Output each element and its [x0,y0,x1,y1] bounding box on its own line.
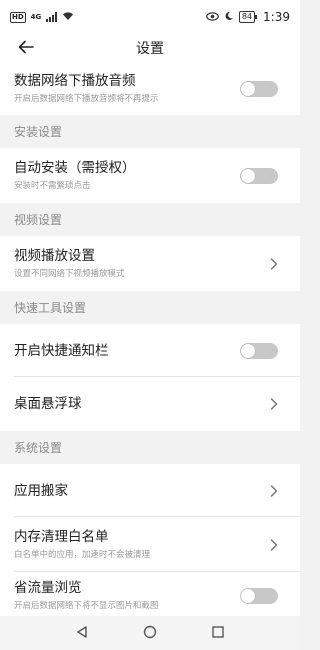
setting-title: 自动安装（需授权） [14,160,136,176]
triangle-back-icon [75,624,89,643]
chevron-right-icon [268,257,280,270]
setting-row-app-move[interactable]: 应用搬家 [0,464,300,517]
setting-subtitle: 开启后数据网络下将不显示图片和截图 [14,601,159,611]
nav-back-button[interactable] [72,623,92,643]
mobile-audio-toggle[interactable] [240,80,278,97]
moon-icon [224,11,234,24]
hd-badge: HD [10,11,26,23]
toggle-knob [241,343,255,358]
page-title: 设置 [136,41,164,57]
setting-title: 数据网络下播放音频 [14,73,136,89]
chevron-right-icon [268,398,280,410]
setting-row-mobile-audio[interactable]: 数据网络下播放音频 开启后数据网络下播放音频将不再提示 [0,62,300,115]
setting-row-memory-whitelist[interactable]: 内存清理白名单 白名单中的应用，加速时不会被清理 [0,517,300,572]
setting-row-video-play[interactable]: 视频播放设置 设置不同网络下视频播放模式 [0,236,300,291]
section-header-video: 视频设置 [0,203,300,236]
toggle-knob [241,168,255,183]
setting-row-quick-notify[interactable]: 开启快捷通知栏 [0,324,300,377]
settings-list: 数据网络下播放音频 开启后数据网络下播放音频将不再提示 安装设置 自动安装（需授… [0,62,300,619]
eye-comfort-icon [205,11,219,24]
section-header-install: 安装设置 [0,115,300,148]
back-button[interactable] [14,36,38,60]
toggle-knob [241,81,255,96]
square-recent-icon [211,624,225,643]
setting-title: 视频播放设置 [14,248,95,264]
nav-recent-button[interactable] [208,623,228,643]
setting-subtitle: 安装时不需繁琐点击 [14,181,91,191]
setting-title: 开启快捷通知栏 [14,342,109,359]
setting-title: 应用搬家 [14,482,68,499]
setting-title: 省流量浏览 [14,580,82,596]
auto-install-toggle[interactable] [240,167,278,184]
system-nav-bar [0,616,300,650]
network-type-label: 4G [30,13,42,21]
battery-indicator: 84 [238,11,258,23]
quick-notify-toggle[interactable] [240,342,278,359]
app-bar: 设置 [0,34,300,62]
chevron-right-icon [268,538,280,551]
section-header-system: 系统设置 [0,431,300,464]
status-bar-right: 84 1:39 [205,10,290,24]
nav-home-button[interactable] [140,623,160,643]
setting-subtitle: 设置不同网络下视频播放模式 [14,269,125,279]
arrow-left-icon [18,39,34,58]
setting-subtitle: 白名单中的应用，加速时不会被清理 [14,550,151,560]
chevron-right-icon [268,484,280,497]
setting-row-auto-install[interactable]: 自动安装（需授权） 安装时不需繁琐点击 [0,148,300,203]
circle-home-icon [143,624,157,643]
section-header-quick-tools: 快速工具设置 [0,291,300,324]
setting-row-floating-ball[interactable]: 桌面悬浮球 [0,377,300,431]
data-saver-toggle[interactable] [240,587,278,604]
setting-row-data-saver[interactable]: 省流量浏览 开启后数据网络下将不显示图片和截图 [0,572,300,619]
setting-title: 内存清理白名单 [14,529,109,545]
status-time: 1:39 [263,10,290,24]
status-bar: HD 4G 84 1:39 [0,0,300,34]
toggle-knob [241,588,255,603]
signal-icon [46,12,58,22]
wifi-icon [62,11,74,24]
setting-subtitle: 开启后数据网络下播放音频将不再提示 [14,94,159,104]
setting-title: 桌面悬浮球 [14,396,82,412]
status-bar-left: HD 4G [10,11,74,24]
